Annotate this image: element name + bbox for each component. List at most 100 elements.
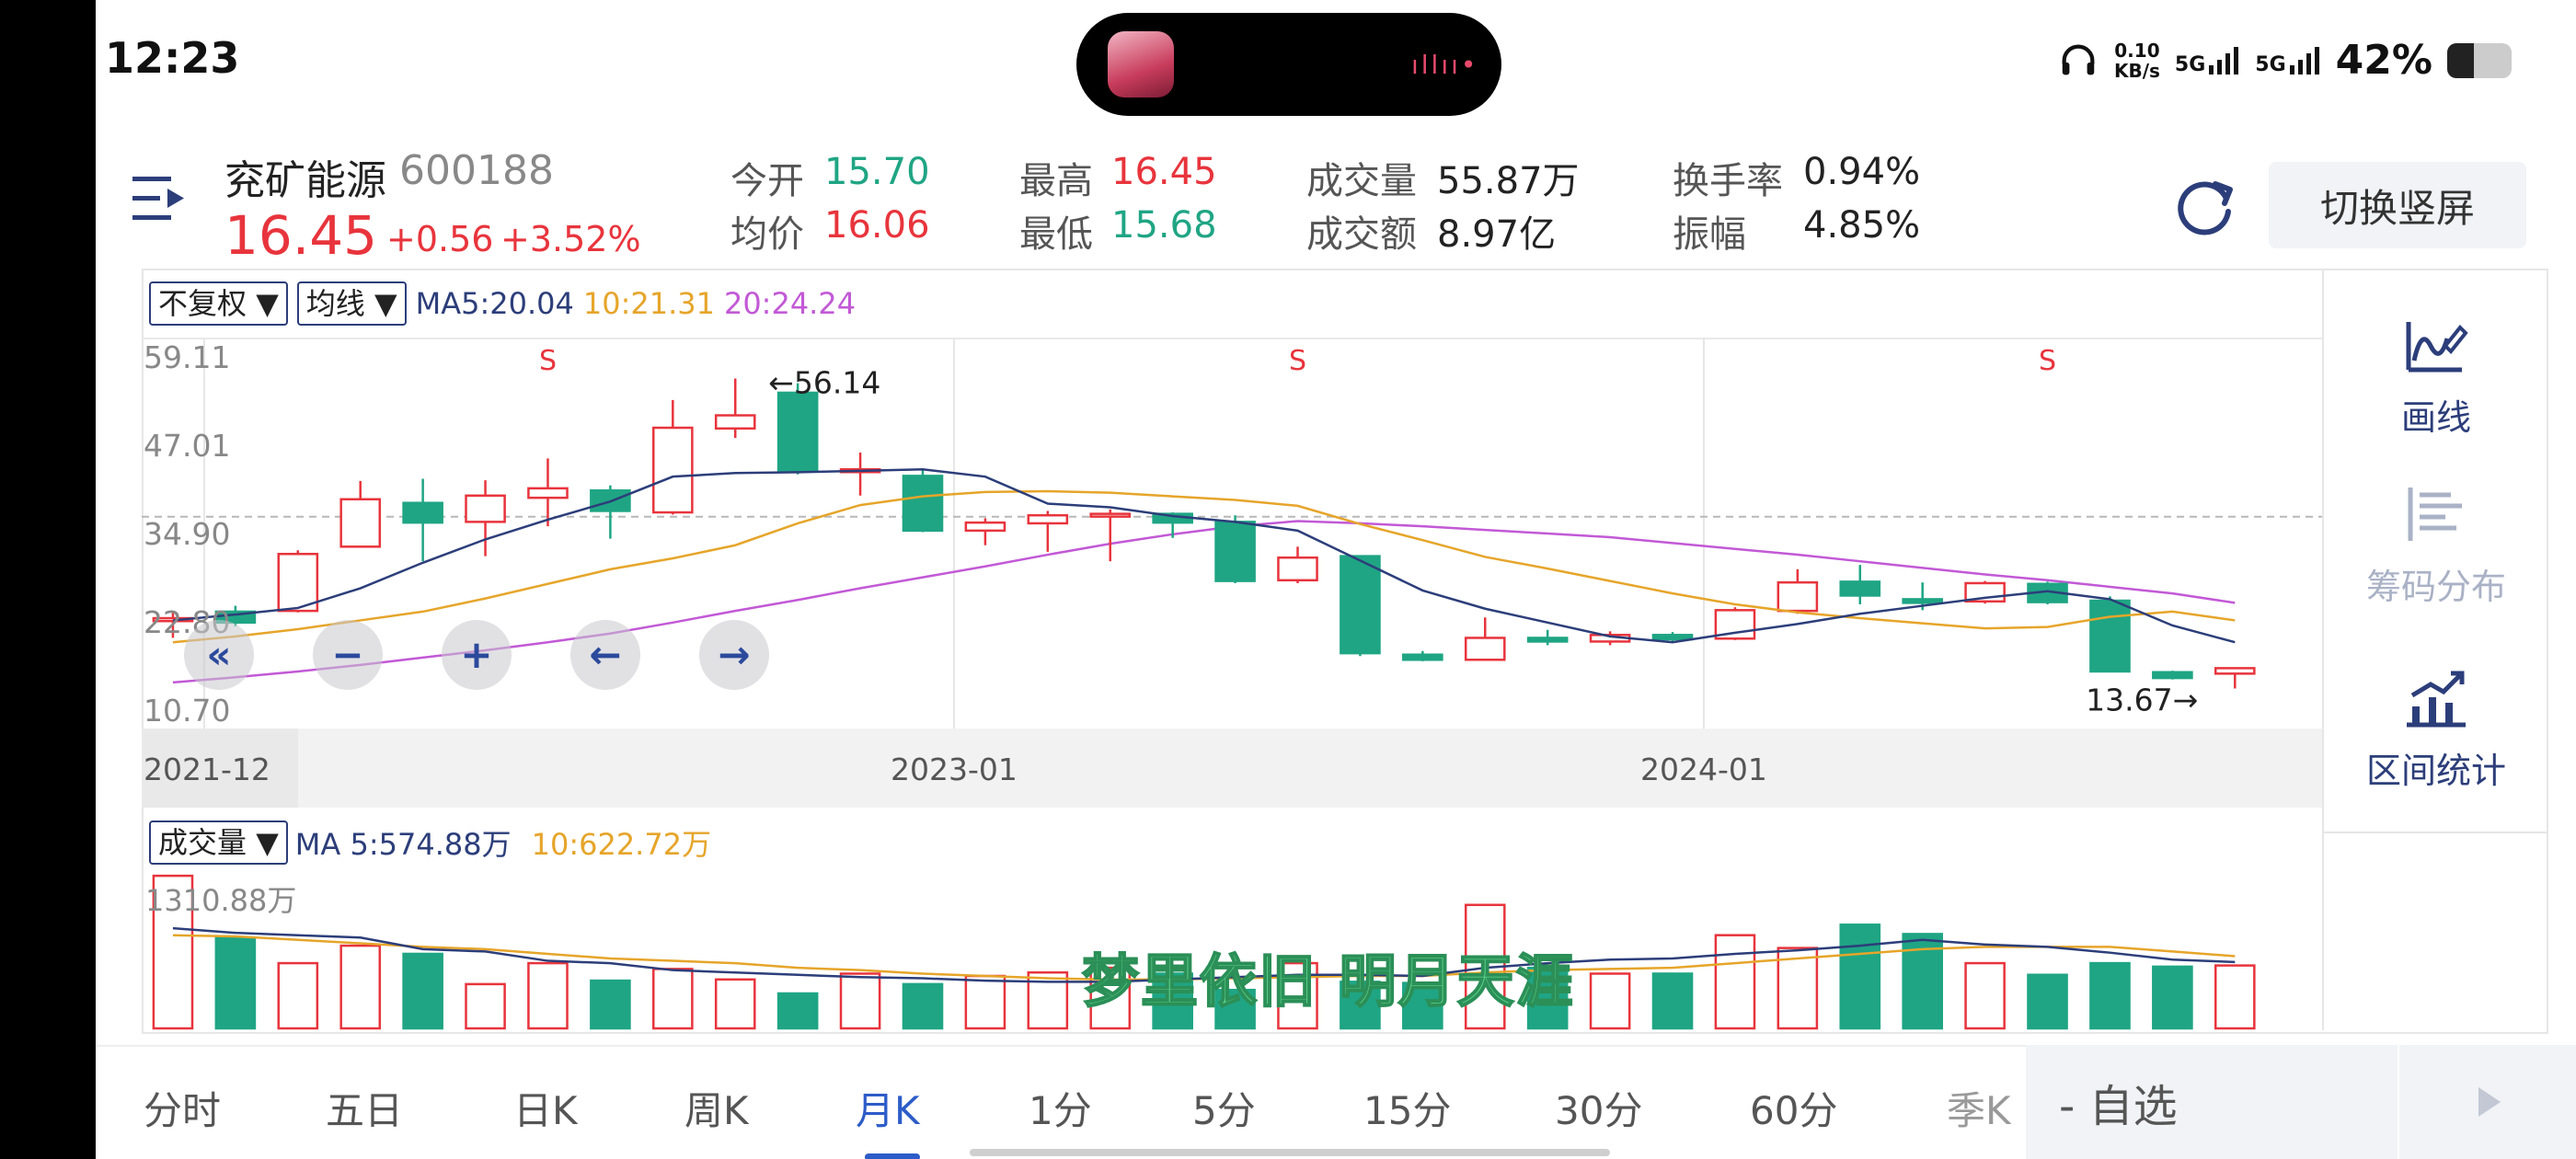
tab-daily[interactable]: 日K [513,1080,578,1136]
zoom-button-icon: − [331,632,363,677]
ma5-value: MA5:20.04 [415,286,574,321]
tab-intraday[interactable]: 分时 [144,1080,221,1136]
chevron-down-icon: ▼ [374,286,397,321]
volume-bar [902,982,944,1030]
battery-percent: 42% [2335,37,2432,84]
candle-body [1340,555,1381,655]
zoom-button-icon: → [718,632,750,677]
pan-right-button[interactable]: → [699,620,769,690]
volume-bar [1839,924,1881,1030]
volume-bar [776,992,819,1030]
x-tick-label: 2021-12 [144,752,270,787]
y-tick-label: 47.01 [144,428,230,464]
zoom-in-button[interactable]: + [442,620,512,690]
tab-quarterly[interactable]: 季K [1947,1080,2011,1136]
candle [2089,596,2131,673]
kline-chart[interactable]: SSS 59.1147.0134.9022.8010.70 2021-12 202… [96,0,2322,1045]
y-tick-label: 10.70 [144,693,230,729]
candle-body [339,498,382,548]
candle [1464,617,1506,661]
volume-dropdown[interactable]: 成交量 ▼ [149,820,288,865]
adjust-dropdown[interactable]: 不复权 ▼ [149,281,288,326]
interval-stats-icon [2407,671,2466,728]
candle-body [2089,599,2131,673]
candle-body [1839,580,1881,597]
active-tab-indicator [865,1153,920,1159]
pan-left-button[interactable]: ← [570,620,640,690]
tab-weekly[interactable]: 周K [684,1080,749,1136]
volume-bar [1589,972,1631,1030]
candle-body [1464,637,1506,661]
volume-bar [1964,961,2006,1030]
kline-toolbar: 不复权 ▼ 均线 ▼ MA5:20.04 10:21.31 20:24.24 [149,281,856,326]
s-marker: S [1289,345,1306,377]
volume-toolbar: 成交量 ▼ MA 5:574.88万 10:622.72万 [149,820,711,865]
candle-body [1277,556,1318,582]
candle [1777,568,1819,614]
ma-dropdown[interactable]: 均线 ▼ [296,281,407,326]
subtitle-watermark: 梦里依旧 明月天涯 [1081,947,1575,1016]
candle-body [902,475,944,533]
tab-5min[interactable]: 5分 [1192,1080,1256,1136]
candle [2214,667,2256,689]
ma10-value: 10:21.31 [582,286,715,321]
candle [964,518,1006,545]
candle [2152,671,2193,680]
volume-max-label: 1310.88万 [145,883,296,918]
volume-bar [1714,934,1756,1030]
volume-bar [465,982,506,1030]
chip-distribution-button[interactable]: 筹码分布 [2324,484,2548,609]
vol-ma5-value: MA 5:574.88万 [294,827,512,862]
candle-body [1089,512,1132,518]
zoom-reset-button[interactable]: « [184,620,254,690]
volume-bar [652,968,694,1030]
max-price-annotation: ←56.14 [768,365,880,401]
x-tick-label: 2024-01 [1640,752,1767,787]
scroll-indicator [970,1149,1610,1156]
chevron-down-icon: ▼ [256,286,279,321]
s-marker: S [2039,345,2056,377]
battery-icon [2447,42,2512,78]
candle [402,478,443,562]
vol-ma10-value: 10:622.72万 [531,827,712,862]
candle-body [714,414,756,430]
candle [1027,511,1069,552]
candle-body [1402,653,1443,661]
candle [1214,515,1256,583]
tab-five-day[interactable]: 五日 [326,1080,403,1136]
ma20-value: 20:24.24 [723,286,857,321]
tab-30min[interactable]: 30分 [1555,1080,1642,1136]
zoom-out-button[interactable]: − [313,620,383,690]
candle [590,485,631,539]
candle-body [1651,634,1694,641]
candle [1340,555,1381,657]
volume-bar [1651,972,1694,1030]
candle-body [1027,513,1069,525]
volume-bar [2214,964,2256,1030]
candle-body [2214,667,2256,675]
tab-monthly[interactable]: 月K [856,1080,920,1136]
candle-body [776,391,819,473]
candle-body [1526,637,1569,643]
candle-body [1777,580,1819,613]
min-price-annotation: 13.67→ [2086,682,2198,717]
candle-body [465,494,506,523]
candle [839,452,881,496]
next-stock-button[interactable] [2399,1045,2576,1159]
draw-line-button[interactable]: 画线 [2324,315,2548,440]
volume-bar [839,972,881,1030]
candle [1526,629,1569,646]
tab-1min[interactable]: 1分 [1029,1080,1092,1136]
candle [1839,565,1881,604]
candle-body [2152,671,2193,680]
volume-bar [339,944,382,1030]
tab-15min[interactable]: 15分 [1363,1080,1451,1136]
tab-60min[interactable]: 60分 [1750,1080,1837,1136]
candle-body [527,487,569,499]
interval-stats-button[interactable]: 区间统计 [2324,668,2548,793]
candle [339,480,382,548]
candle-body [402,501,443,524]
screen: 12:23 ıllıı• 0.10 KB/s 5G 5G 42% 兖矿能源 600… [96,0,2576,1159]
candle [1089,509,1132,562]
x-tick-label: 2023-01 [891,752,1018,787]
